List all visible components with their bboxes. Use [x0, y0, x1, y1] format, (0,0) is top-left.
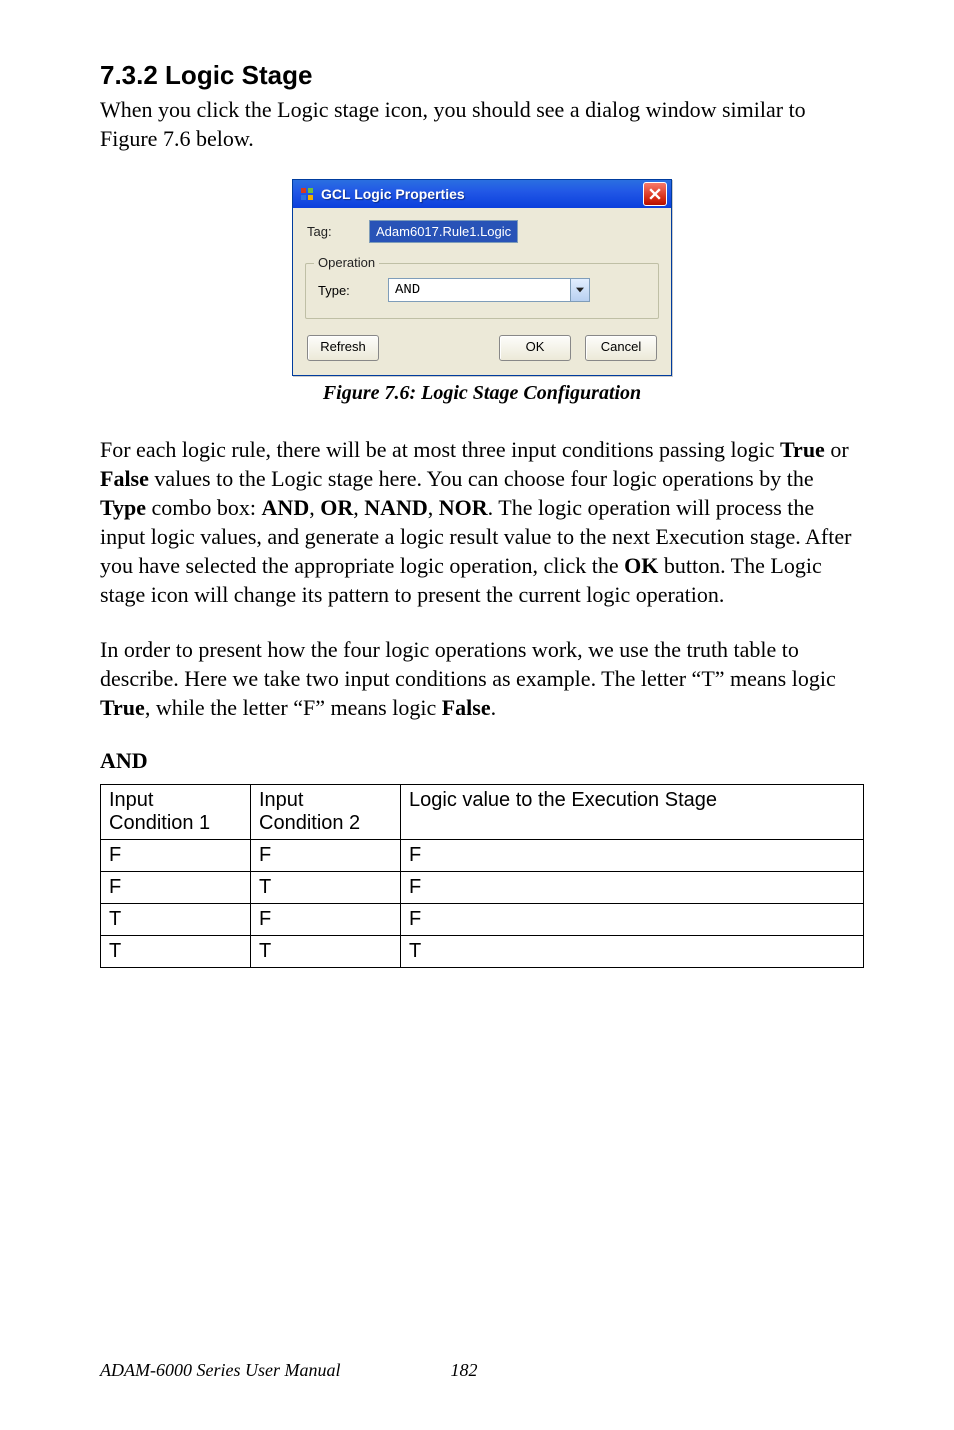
titlebar: GCL Logic Properties: [293, 180, 671, 208]
gcl-logic-dialog: GCL Logic Properties Tag: Adam6017.Rule1…: [292, 179, 672, 376]
table-cell: T: [251, 872, 401, 904]
table-cell: T: [101, 904, 251, 936]
dialog-button-row: Refresh OK Cancel: [305, 333, 659, 363]
table-cell: T: [251, 936, 401, 968]
table-cell: T: [101, 936, 251, 968]
body-paragraph-2: In order to present how the four logic o…: [100, 635, 864, 722]
dialog-figure: GCL Logic Properties Tag: Adam6017.Rule1…: [100, 179, 864, 376]
type-combo[interactable]: AND: [388, 278, 590, 302]
close-button[interactable]: [643, 182, 667, 206]
tag-value[interactable]: Adam6017.Rule1.Logic: [369, 220, 518, 243]
table-cell: F: [251, 840, 401, 872]
table-cell: F: [401, 872, 864, 904]
cancel-button[interactable]: Cancel: [585, 335, 657, 361]
table-cell: F: [101, 872, 251, 904]
table-cell: F: [401, 840, 864, 872]
table-row: FFF: [101, 840, 864, 872]
app-icon: [299, 186, 315, 202]
table-cell: T: [401, 936, 864, 968]
table-cell: F: [251, 904, 401, 936]
figure-caption: Figure 7.6: Logic Stage Configuration: [100, 382, 864, 405]
table-row: TTT: [101, 936, 864, 968]
truth-table-section: AND Input Condition 1 Input Condition 2 …: [100, 748, 864, 968]
table-cell: F: [401, 904, 864, 936]
intro-paragraph: When you click the Logic stage icon, you…: [100, 95, 864, 153]
footer-page-number: 182: [450, 1360, 477, 1381]
truth-table: Input Condition 1 Input Condition 2 Logi…: [100, 784, 864, 968]
truth-table-heading: AND: [100, 748, 864, 774]
section-heading: 7.3.2 Logic Stage: [100, 60, 864, 91]
col-header: Input Condition 2: [251, 785, 401, 840]
body-paragraph-1: For each logic rule, there will be at mo…: [100, 435, 864, 609]
tag-row: Tag: Adam6017.Rule1.Logic: [305, 218, 659, 249]
table-cell: F: [101, 840, 251, 872]
type-label: Type:: [318, 283, 388, 298]
type-combo-arrow[interactable]: [570, 279, 589, 301]
footer-manual-name: ADAM-6000 Series User Manual: [100, 1360, 340, 1381]
table-header-row: Input Condition 1 Input Condition 2 Logi…: [101, 785, 864, 840]
tag-label: Tag:: [307, 224, 369, 239]
table-row: TFF: [101, 904, 864, 936]
chevron-down-icon: [576, 287, 584, 293]
table-row: FTF: [101, 872, 864, 904]
page-footer: ADAM-6000 Series User Manual 182: [0, 1360, 954, 1381]
col-header: Logic value to the Execution Stage: [401, 785, 864, 840]
ok-button[interactable]: OK: [499, 335, 571, 361]
operation-group-label: Operation: [314, 255, 379, 270]
type-combo-value: AND: [389, 282, 570, 298]
operation-group: Operation Type: AND: [305, 263, 659, 319]
col-header: Input Condition 1: [101, 785, 251, 840]
dialog-title: GCL Logic Properties: [321, 186, 643, 202]
refresh-button[interactable]: Refresh: [307, 335, 379, 361]
close-icon: [649, 188, 661, 200]
